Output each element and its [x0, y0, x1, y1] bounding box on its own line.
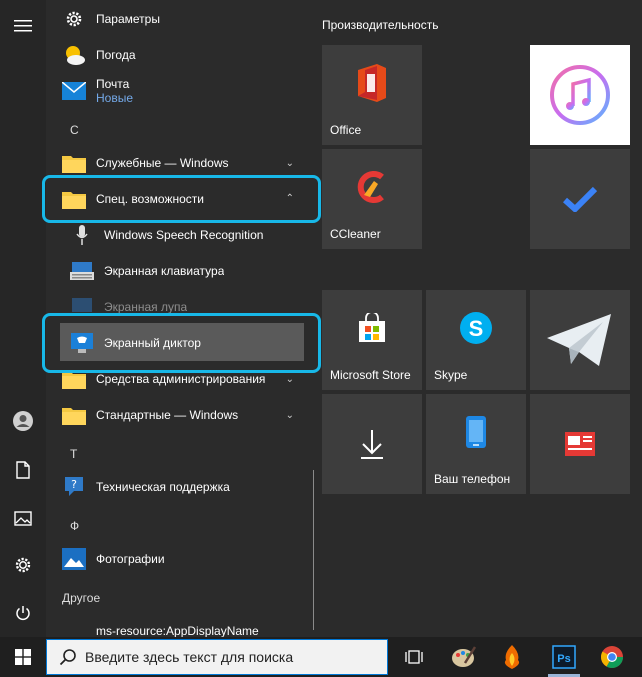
list-item-label: Погода	[96, 48, 136, 62]
gear-icon	[15, 557, 31, 573]
tile-microsoft-store[interactable]: Microsoft Store	[322, 290, 422, 390]
highlight-accessibility-folder	[42, 175, 321, 223]
list-item-photos[interactable]: Фотографии	[46, 541, 314, 577]
tile-telegram[interactable]	[530, 290, 630, 390]
picture-icon	[14, 510, 32, 526]
checkmark-icon	[530, 149, 630, 249]
list-item-ms-resource[interactable]: ms-resource:AppDisplayName	[46, 613, 314, 637]
power-button[interactable]	[0, 593, 46, 633]
svg-text:S: S	[469, 316, 484, 341]
documents-button[interactable]	[0, 450, 46, 490]
task-view-icon	[405, 650, 423, 664]
user-account-button[interactable]	[0, 401, 46, 441]
taskbar-search-box[interactable]: Введите здесь текст для поиска	[46, 639, 388, 675]
chrome-icon	[601, 646, 623, 668]
start-left-rail	[0, 0, 46, 637]
list-item-label: Фотографии	[96, 552, 165, 566]
user-avatar-icon	[13, 411, 33, 431]
chevron-down-icon: ⌄	[285, 373, 294, 385]
power-icon	[16, 606, 30, 621]
chevron-down-icon: ⌄	[285, 157, 294, 169]
list-item-weather[interactable]: Погода	[46, 37, 314, 73]
hamburger-icon	[14, 20, 32, 32]
start-button[interactable]	[0, 637, 46, 677]
tile-skype[interactable]: S Skype	[426, 290, 526, 390]
list-item-settings[interactable]: Параметры	[46, 1, 314, 37]
taskbar-photoshop-app[interactable]: Ps	[542, 637, 586, 677]
tile-office[interactable]: Office	[322, 45, 422, 145]
list-item-label: Средства администрирования W...	[96, 372, 268, 386]
tile-label: Office	[330, 123, 362, 137]
svg-text:?: ?	[71, 478, 77, 491]
flame-icon	[504, 645, 520, 669]
telegram-plane-icon	[530, 290, 630, 390]
pictures-button[interactable]	[0, 498, 46, 538]
list-item-label: Стандартные — Windows	[96, 408, 239, 422]
photoshop-icon: Ps	[552, 645, 576, 669]
tile-label: CCleaner	[330, 227, 381, 241]
help-bubble-icon: ?	[62, 475, 86, 499]
tile-itunes[interactable]	[530, 45, 630, 145]
photos-icon	[62, 547, 86, 571]
folder-icon	[62, 151, 86, 175]
itunes-icon	[530, 45, 630, 145]
tile-download[interactable]	[322, 394, 422, 494]
taskbar-chrome-app[interactable]	[590, 637, 634, 677]
svg-text:Ps: Ps	[557, 653, 570, 665]
section-header-other[interactable]: Другое	[62, 591, 100, 605]
document-icon	[16, 461, 30, 479]
tile-group-title: Производительность	[322, 18, 439, 32]
tile-label: Skype	[434, 368, 468, 382]
office-icon	[322, 45, 422, 121]
chevron-down-icon: ⌄	[285, 409, 294, 421]
section-letter-t[interactable]: Т	[70, 447, 77, 461]
skype-icon: S	[426, 290, 526, 366]
ccleaner-icon	[322, 149, 422, 225]
list-item-label: Экранная лупа	[104, 300, 188, 314]
list-item-label: ms-resource:AppDisplayName	[96, 624, 259, 637]
weather-sun-icon	[62, 43, 86, 67]
folder-icon	[62, 403, 86, 427]
highlight-narrator-item	[42, 313, 321, 373]
windows-logo-icon	[15, 649, 31, 665]
list-item-label: Windows Speech Recognition	[104, 228, 264, 242]
tile-todo[interactable]	[530, 149, 630, 249]
tile-ccleaner[interactable]: CCleaner	[322, 149, 422, 249]
list-item-label: Техническая поддержка	[96, 480, 230, 494]
settings-button[interactable]	[0, 545, 46, 585]
expand-menu-button[interactable]	[0, 6, 46, 46]
list-item-label: Параметры	[96, 12, 160, 26]
tile-news[interactable]	[530, 394, 630, 494]
taskbar-paint-app[interactable]	[442, 637, 486, 677]
tile-label: Microsoft Store	[330, 368, 411, 382]
section-letter-f[interactable]: Ф	[70, 519, 79, 533]
task-view-button[interactable]	[392, 637, 436, 677]
phone-icon	[426, 394, 526, 470]
taskbar-fire-app[interactable]	[490, 637, 534, 677]
list-item-on-screen-keyboard[interactable]: Экранная клавиатура	[46, 253, 314, 289]
mail-envelope-icon	[62, 79, 86, 103]
download-arrow-icon	[322, 394, 422, 494]
news-icon	[530, 394, 630, 494]
folder-accessories[interactable]: Стандартные — Windows ⌄	[46, 397, 314, 433]
paint-palette-icon	[452, 646, 477, 667]
list-item-sublabel: Новые	[96, 91, 134, 105]
store-bag-icon	[322, 290, 422, 366]
search-icon	[59, 649, 76, 666]
keyboard-icon	[70, 259, 94, 283]
list-item-label: Экранная клавиатура	[104, 264, 225, 278]
microphone-icon	[70, 223, 94, 247]
tile-your-phone[interactable]: Ваш телефон	[426, 394, 526, 494]
search-placeholder: Введите здесь текст для поиска	[85, 649, 294, 665]
tile-label: Ваш телефон	[434, 472, 511, 486]
list-item-label: Служебные — Windows	[96, 156, 229, 170]
list-item-mail[interactable]: Почта Новые	[46, 73, 314, 109]
list-item-label: Почта	[96, 77, 130, 91]
section-letter-c[interactable]: С	[70, 123, 79, 137]
gear-icon	[62, 7, 86, 31]
list-item-tech-support[interactable]: ? Техническая поддержка	[46, 469, 314, 505]
